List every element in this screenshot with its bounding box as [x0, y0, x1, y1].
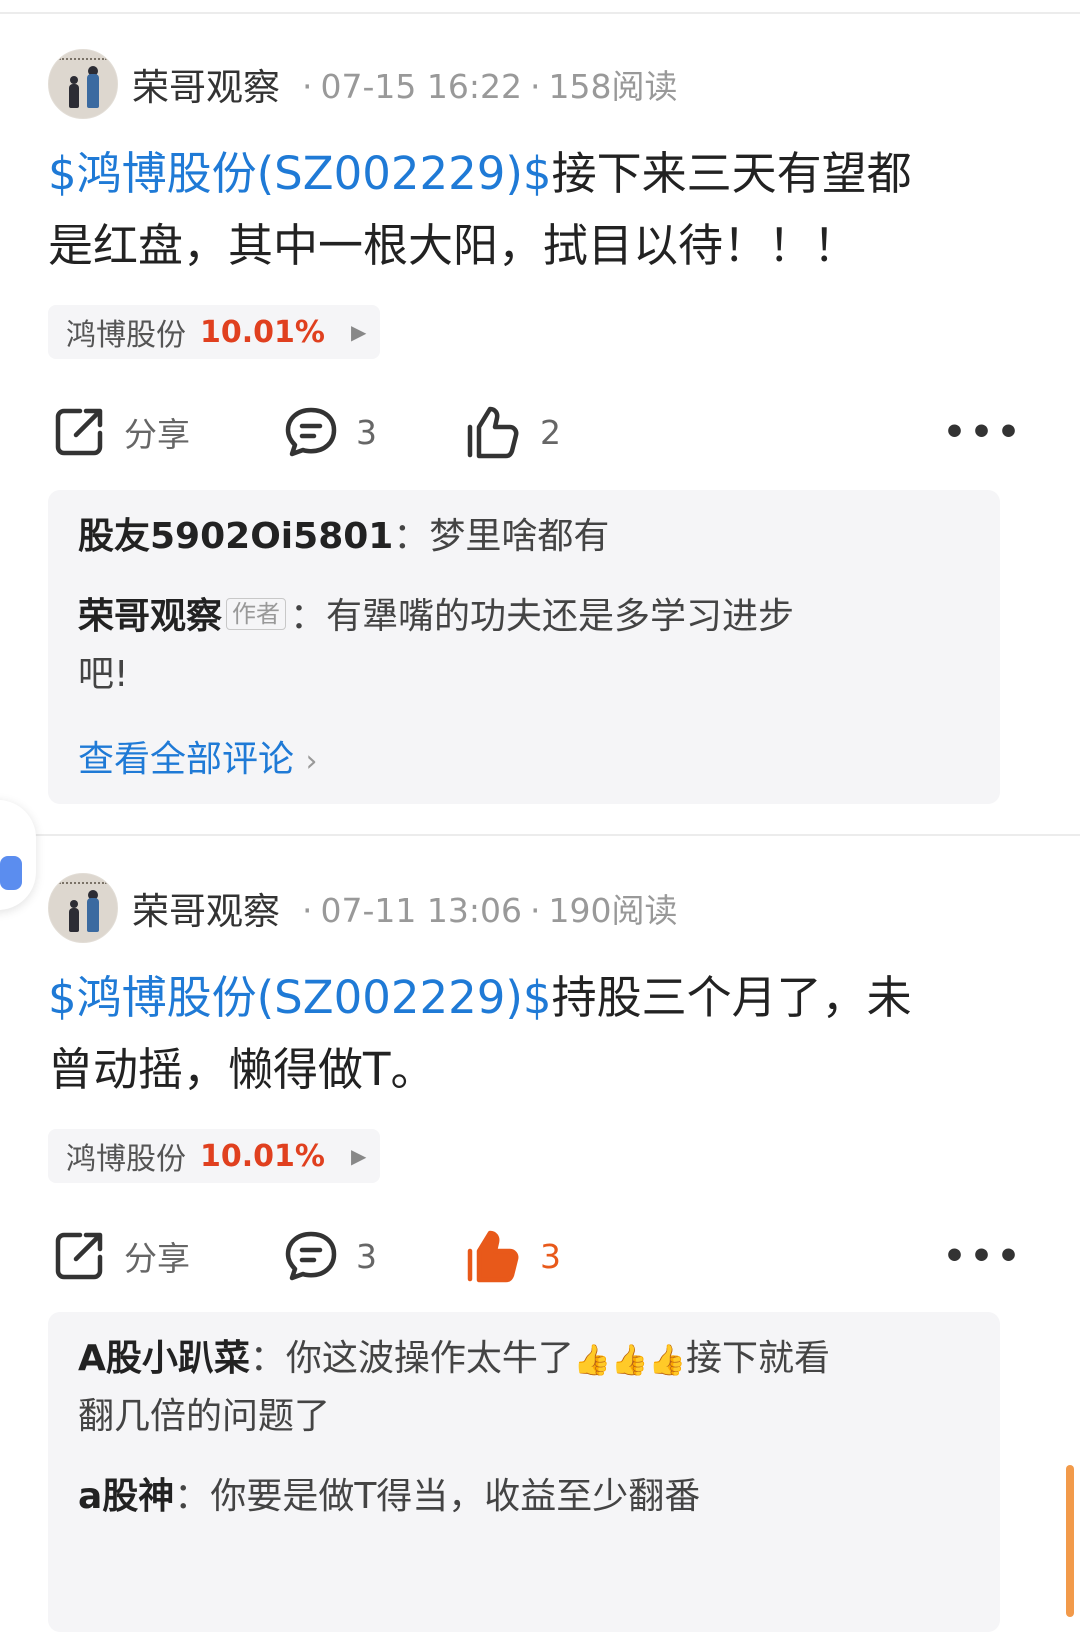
comment-text: 你要是做T得当，收益至少翻番 — [210, 1476, 701, 1517]
like-count: 2 — [540, 412, 561, 452]
chat-icon — [0, 856, 22, 890]
stock-tag-link[interactable]: $鸿博股份(SZ002229)$ — [48, 971, 552, 1024]
scrollbar[interactable] — [1066, 1465, 1074, 1617]
post-text-line2: 曾动摇，懒得做T。 — [48, 1043, 436, 1096]
post-actions: 分享 3 2 ••• — [0, 402, 1080, 462]
avatar[interactable] — [48, 49, 118, 119]
comment-button[interactable]: 3 — [284, 402, 377, 462]
stock-chip-name: 鸿博股份 — [66, 1142, 186, 1177]
post-text-line2: 是红盘，其中一根大阳，拭目以待！！！ — [48, 219, 859, 272]
top-divider — [0, 12, 1080, 14]
comment-user[interactable]: A股小趴菜 — [78, 1338, 250, 1379]
post-text-line1: 持股三个月了，未 — [551, 971, 912, 1024]
stock-chip[interactable]: 鸿博股份 10.01% ▶ — [48, 305, 380, 359]
comment-item: 股友5902Oi5801：梦里啥都有 — [78, 516, 610, 557]
comment-text: 你这波操作太牛了 — [285, 1338, 574, 1379]
read-count: 190阅读 — [548, 891, 678, 930]
thumbs-up-icon — [467, 406, 519, 459]
comment-text: 梦里啥都有 — [429, 516, 610, 557]
comment-count: 3 — [356, 1236, 377, 1276]
share-button[interactable]: 分享 — [52, 1226, 190, 1286]
avatar[interactable] — [48, 873, 118, 943]
comment-text-continued: 翻几倍的问题了 — [78, 1396, 331, 1437]
comment-text: 有犟嘴的功夫还是多学习进步 — [326, 596, 795, 637]
share-icon — [55, 1232, 103, 1280]
post-time: 07-15 16:22 — [320, 67, 522, 106]
floating-action-button[interactable] — [0, 800, 36, 910]
stock-tag-link[interactable]: $鸿博股份(SZ002229)$ — [48, 147, 552, 200]
stock-chip-change: 10.01% — [200, 1138, 325, 1174]
comment-preview-box[interactable]: A股小趴菜：你这波操作太牛了👍👍👍接下就看 翻几倍的问题了 a股神：你要是做T得… — [48, 1312, 1000, 1632]
comment-item: A股小趴菜：你这波操作太牛了👍👍👍接下就看 — [78, 1330, 958, 1390]
author-name[interactable]: 荣哥观察 — [132, 881, 280, 935]
post-actions: 分享 3 3 ••• — [0, 1226, 1080, 1286]
post-content[interactable]: $鸿博股份(SZ002229)$持股三个月了，未 曾动摇，懒得做T。 — [48, 962, 988, 1106]
comment-item: a股神：你要是做T得当，收益至少翻番 — [78, 1476, 701, 1517]
comment-preview-box[interactable]: 股友5902Oi5801：梦里啥都有 荣哥观察 作者 ：有犟嘴的功夫还是多学习进步 … — [48, 490, 1000, 804]
comment-text-continued: 吧! — [78, 654, 129, 695]
post-text-line1: 接下来三天有望都 — [551, 147, 912, 200]
author-row[interactable]: 荣哥观察 · 07-15 16:22 · 158阅读 — [48, 48, 677, 120]
post-time: 07-11 13:06 — [320, 891, 522, 930]
comment-user[interactable]: a股神 — [78, 1476, 174, 1517]
comment-text: 接下就看 — [685, 1338, 830, 1379]
thumbs-up-emoji-icon: 👍👍👍 — [573, 1343, 686, 1378]
chevron-right-icon: › — [305, 744, 318, 779]
author-row[interactable]: 荣哥观察 · 07-11 13:06 · 190阅读 — [48, 872, 677, 944]
view-all-comments-link[interactable]: 查看全部评论 › — [78, 730, 317, 782]
post-meta: · 07-11 13:06 · 190阅读 — [302, 891, 678, 930]
comment-icon — [285, 407, 337, 457]
stock-chip-change: 10.01% — [200, 314, 325, 350]
comment-item: 荣哥观察 作者 ：有犟嘴的功夫还是多学习进步 — [78, 596, 795, 637]
comment-count: 3 — [356, 412, 377, 452]
stock-chip[interactable]: 鸿博股份 10.01% ▶ — [48, 1129, 380, 1183]
author-name[interactable]: 荣哥观察 — [132, 57, 280, 111]
author-badge: 作者 — [226, 598, 287, 630]
more-options-icon[interactable]: ••• — [943, 1226, 1024, 1286]
post-content[interactable]: $鸿博股份(SZ002229)$接下来三天有望都 是红盘，其中一根大阳，拭目以待… — [48, 138, 988, 282]
more-options-icon[interactable]: ••• — [943, 402, 1024, 462]
comment-user[interactable]: 荣哥观察 — [78, 596, 222, 637]
chevron-right-icon: ▶ — [350, 1144, 367, 1168]
stock-chip-name: 鸿博股份 — [66, 318, 186, 353]
comment-user[interactable]: 股友5902Oi5801 — [78, 516, 393, 557]
chevron-right-icon: ▶ — [350, 320, 367, 344]
comment-button[interactable]: 3 — [284, 1226, 377, 1286]
read-count: 158阅读 — [548, 67, 678, 106]
share-icon — [55, 408, 103, 456]
thumbs-up-filled-icon — [467, 1230, 519, 1283]
like-button[interactable]: 2 — [466, 402, 561, 462]
post-meta: · 07-15 16:22 · 158阅读 — [302, 67, 678, 106]
share-label: 分享 — [124, 1239, 190, 1278]
like-button-active[interactable]: 3 — [466, 1226, 561, 1286]
post-divider — [0, 834, 1080, 836]
share-label: 分享 — [124, 415, 190, 454]
share-button[interactable]: 分享 — [52, 402, 190, 462]
comment-icon — [285, 1231, 337, 1281]
like-count: 3 — [540, 1236, 561, 1276]
